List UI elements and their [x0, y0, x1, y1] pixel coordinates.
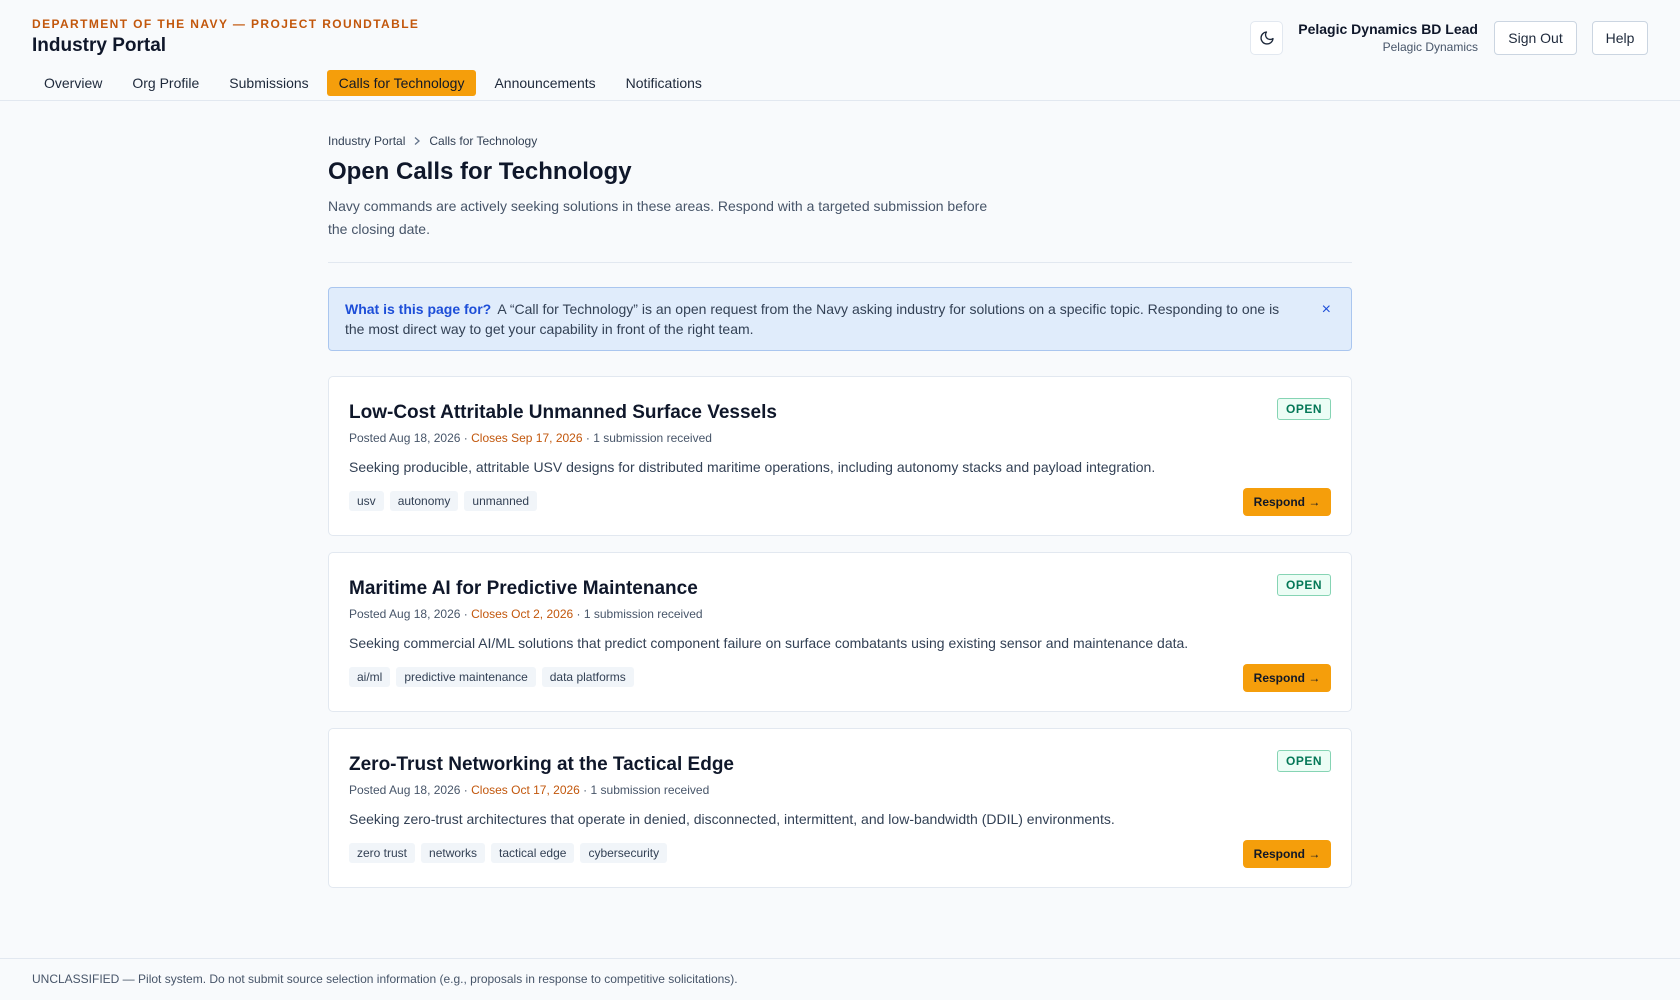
- call-posted: Posted Aug 18, 2026: [349, 783, 461, 797]
- user-org: Pelagic Dynamics: [1382, 40, 1478, 54]
- breadcrumb-current: Calls for Technology: [429, 134, 538, 148]
- call-meta: Posted Aug 18, 2026 · Closes Oct 2, 2026…: [349, 607, 703, 621]
- call-submissions: 1 submission received: [583, 607, 703, 621]
- page-title: Open Calls for Technology: [328, 158, 632, 185]
- department-label: DEPARTMENT OF THE NAVY — PROJECT ROUNDTA…: [32, 17, 420, 31]
- respond-button[interactable]: Respond →: [1243, 664, 1331, 692]
- breadcrumb-root[interactable]: Industry Portal: [328, 134, 405, 148]
- call-closes: Closes Sep 17, 2026: [471, 431, 583, 445]
- nav-org-profile[interactable]: Org Profile: [120, 70, 211, 96]
- call-posted: Posted Aug 18, 2026: [349, 431, 461, 445]
- main-nav: Overview Org Profile Submissions Calls f…: [32, 70, 714, 96]
- call-closes: Closes Oct 2, 2026: [471, 607, 574, 621]
- breadcrumb: Industry Portal Calls for Technology: [328, 134, 1352, 148]
- tag: usv: [349, 491, 384, 511]
- page-description: Navy commands are actively seeking solut…: [328, 198, 988, 237]
- classification-notice: UNCLASSIFIED — Pilot system. Do not subm…: [32, 972, 738, 986]
- tag: autonomy: [389, 491, 459, 511]
- call-title[interactable]: Zero-Trust Networking at the Tactical Ed…: [349, 754, 1331, 776]
- footer: UNCLASSIFIED — Pilot system. Do not subm…: [0, 958, 1680, 1000]
- call-tags: usv autonomy unmanned: [349, 491, 1331, 511]
- info-banner: What is this page for? A “Call for Techn…: [328, 287, 1352, 351]
- main-content: Industry Portal Calls for Technology Ope…: [328, 101, 1352, 888]
- nav-notifications[interactable]: Notifications: [614, 70, 714, 96]
- call-closes: Closes Oct 17, 2026: [471, 783, 580, 797]
- nav-announcements[interactable]: Announcements: [482, 70, 607, 96]
- respond-button[interactable]: Respond →: [1243, 840, 1331, 868]
- tag: data platforms: [541, 667, 634, 687]
- tag: networks: [421, 843, 486, 863]
- call-description: Seeking producible, attritable USV desig…: [349, 459, 1156, 475]
- respond-button[interactable]: Respond →: [1243, 488, 1331, 516]
- status-badge: OPEN: [1276, 398, 1331, 420]
- call-description: Seeking commercial AI/ML solutions that …: [349, 635, 1189, 651]
- call-description: Seeking zero-trust architectures that op…: [349, 811, 1115, 827]
- tag: unmanned: [464, 491, 538, 511]
- sign-out-button[interactable]: Sign Out: [1494, 21, 1577, 55]
- call-card: Maritime AI for Predictive Maintenance P…: [328, 552, 1352, 712]
- top-header: DEPARTMENT OF THE NAVY — PROJECT ROUNDTA…: [0, 0, 1680, 101]
- call-card: Zero-Trust Networking at the Tactical Ed…: [328, 728, 1352, 888]
- nav-calls-for-technology[interactable]: Calls for Technology: [326, 70, 477, 96]
- call-tags: ai/ml predictive maintenance data platfo…: [349, 667, 1331, 687]
- help-button[interactable]: Help: [1592, 21, 1648, 55]
- call-card: Low-Cost Attritable Unmanned Surface Ves…: [328, 376, 1352, 536]
- tag: predictive maintenance: [396, 667, 536, 687]
- moon-icon: [1259, 31, 1274, 45]
- call-meta: Posted Aug 18, 2026 · Closes Sep 17, 202…: [349, 431, 712, 445]
- info-label: What is this page for?: [345, 301, 492, 317]
- call-meta: Posted Aug 18, 2026 · Closes Oct 17, 202…: [349, 783, 710, 797]
- chevron-right-icon: [414, 137, 421, 145]
- user-name: Pelagic Dynamics BD Lead: [1298, 21, 1478, 37]
- user-info: Pelagic Dynamics BD Lead Pelagic Dynamic…: [1298, 21, 1478, 54]
- nav-overview[interactable]: Overview: [32, 70, 114, 96]
- divider: [328, 262, 1352, 263]
- tag: ai/ml: [349, 667, 391, 687]
- tag: cybersecurity: [580, 843, 668, 863]
- call-tags: zero trust networks tactical edge cybers…: [349, 843, 1331, 863]
- theme-toggle-button[interactable]: [1250, 21, 1283, 55]
- nav-submissions[interactable]: Submissions: [217, 70, 320, 96]
- status-badge: OPEN: [1276, 750, 1331, 772]
- tag: zero trust: [349, 843, 416, 863]
- call-title[interactable]: Low-Cost Attritable Unmanned Surface Ves…: [349, 402, 1331, 424]
- call-posted: Posted Aug 18, 2026: [349, 607, 461, 621]
- call-submissions: 1 submission received: [590, 783, 710, 797]
- portal-title: Industry Portal: [32, 35, 167, 56]
- status-badge: OPEN: [1276, 574, 1331, 596]
- close-icon[interactable]: ×: [1322, 300, 1331, 320]
- call-submissions: 1 submission received: [593, 431, 712, 445]
- tag: tactical edge: [491, 843, 575, 863]
- call-title[interactable]: Maritime AI for Predictive Maintenance: [349, 578, 1331, 600]
